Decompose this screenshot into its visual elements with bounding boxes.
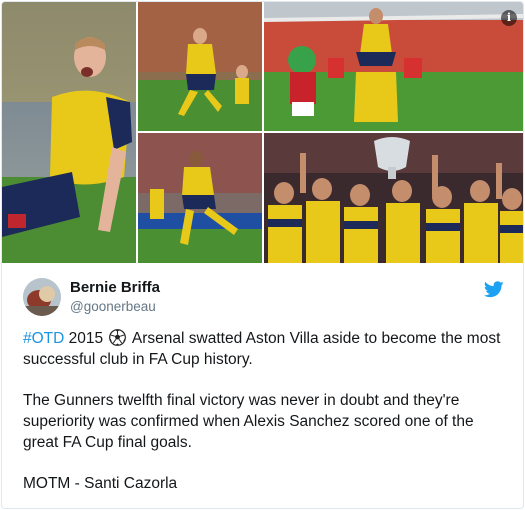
tweet-text: #OTD 2015 Arsenal swatted Aston Villa as… — [23, 328, 507, 494]
info-icon[interactable]: i — [501, 10, 517, 26]
tweet-year: 2015 — [68, 330, 104, 347]
tweet-body: Bernie Briffa @goonerbeau #OTD 2015 Arse… — [2, 264, 523, 508]
author-handle[interactable]: @goonerbeau — [70, 299, 156, 314]
embedded-tweet-card: i Bernie Briffa @goonerbeau #OTD 2015 Ar… — [1, 1, 524, 509]
twitter-bird-icon[interactable] — [484, 281, 504, 298]
soccer-ball-icon — [109, 329, 127, 346]
photo-celebration-lift[interactable]: i — [264, 2, 523, 131]
photo-player-running[interactable] — [138, 2, 262, 131]
tweet-paragraph-1: #OTD 2015 Arsenal swatted Aston Villa as… — [23, 328, 507, 370]
photo-player-kicking[interactable] — [138, 133, 262, 263]
tweet-paragraph-2: The Gunners twelfth final victory was ne… — [23, 392, 474, 451]
hashtag-otd[interactable]: #OTD — [23, 330, 64, 347]
photo-player-kneeling[interactable] — [2, 2, 136, 263]
author-avatar[interactable] — [23, 278, 61, 316]
author-display-name[interactable]: Bernie Briffa — [70, 279, 160, 296]
photo-team-trophy[interactable] — [264, 133, 523, 263]
photo-collage: i — [2, 2, 523, 263]
tweet-paragraph-3: MOTM - Santi Cazorla — [23, 475, 178, 492]
